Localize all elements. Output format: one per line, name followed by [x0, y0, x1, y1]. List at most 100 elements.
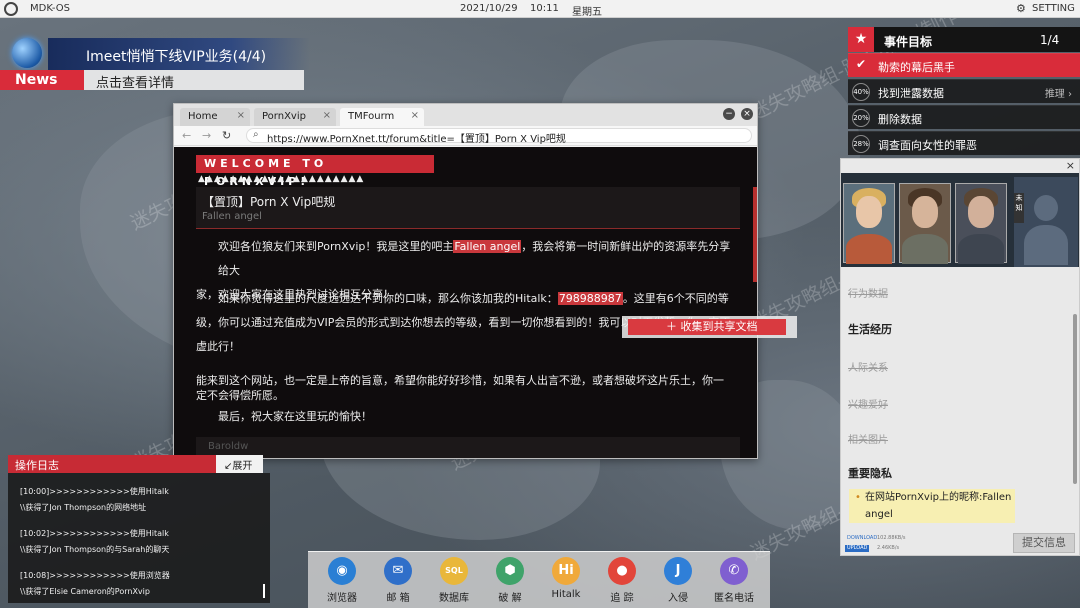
portrait-avatar[interactable] — [955, 183, 1007, 264]
portrait-strip: 未知 — [841, 173, 1079, 267]
item-photos[interactable]: 相关图片 — [848, 431, 888, 446]
tab-tmfourm[interactable]: TMFourm × — [340, 108, 424, 126]
dock-app-location[interactable]: ● 追 踪 — [597, 557, 647, 604]
network-meter: DOWNLOAD 102.88KB/s UPLOAD 2.46KB/s — [845, 535, 906, 555]
event-goal-label: 删除数据 — [878, 113, 922, 126]
address-bar[interactable]: ⌕ https://www.PornXnet.tt/forum&title=【置… — [246, 128, 752, 145]
url-text: https://www.PornXnet.tt/forum&title=【置顶】… — [267, 134, 566, 145]
dock-app-label: 匿名电话 — [714, 593, 754, 604]
database-icon: SQL — [440, 557, 468, 585]
event-goal-label: 找到泄露数据 — [878, 87, 944, 100]
progress-badge: 20% — [852, 109, 870, 127]
globe-icon: ◉ — [328, 557, 356, 585]
tab-label: TMFourm — [348, 111, 395, 122]
text-run: 最后，祝大家在这里玩的愉快！ — [218, 410, 372, 423]
log-line: \\获得了Jon Thompson的网络地址 — [20, 503, 147, 512]
tab-home[interactable]: Home × — [180, 108, 250, 126]
dock-app-hitalk[interactable]: Hi Hitalk — [541, 557, 591, 600]
dock-app-label: 追 踪 — [610, 593, 634, 604]
event-goal-item[interactable]: 20% 删除数据 — [848, 105, 1080, 129]
deduce-link[interactable]: 推理 › — [1045, 85, 1072, 100]
event-goal-item[interactable]: ✔ 勒索的幕后黑手 — [848, 53, 1080, 77]
tab-close-icon[interactable]: × — [237, 110, 245, 121]
tab-pornxvip[interactable]: PornXvip × — [254, 108, 336, 126]
minimize-button[interactable]: − — [723, 108, 735, 120]
weekday-display: 星期五 — [572, 7, 602, 18]
setting-button[interactable]: SETTING — [1032, 3, 1075, 14]
collect-to-shared-doc-button[interactable]: ＋ 收集到共享文档 — [628, 319, 786, 335]
dock-app-label: 邮 箱 — [386, 593, 410, 604]
log-panel: [10:00]>>>>>>>>>>>>使用Hitalk \\获得了Jon Tho… — [8, 473, 270, 603]
news-globe-icon — [12, 38, 42, 68]
page-scrollbar[interactable] — [753, 187, 757, 282]
location-icon: ● — [608, 557, 636, 585]
event-goal-item[interactable]: 28% 调查面向女性的罪恶 — [848, 131, 1080, 155]
reload-icon[interactable]: ↻ — [222, 129, 231, 142]
bullet-icon: • — [855, 492, 861, 503]
highlighted-hitalk-id[interactable]: 798988987 — [557, 292, 623, 305]
os-logo-icon — [4, 2, 18, 16]
log-line: [10:02]>>>>>>>>>>>>使用Hitalk — [20, 529, 169, 538]
tab-close-icon[interactable]: × — [323, 110, 331, 121]
dock-app-hook[interactable]: J 入侵 — [653, 557, 703, 604]
news-details-link[interactable]: 点击查看详情 — [96, 72, 174, 91]
dock-app-label: 数据库 — [439, 593, 469, 604]
os-name: MDK-OS — [30, 3, 70, 14]
unknown-tag: 未知 — [1014, 193, 1024, 223]
browser-window: Home × PornXvip × TMFourm × − × ← → ↻ ⌕ … — [173, 103, 758, 459]
download-value: 102.88KB/s — [877, 535, 906, 541]
submit-info-button[interactable]: 提交信息 — [1013, 533, 1075, 553]
upload-label: UPLOAD — [845, 545, 869, 552]
portrait-avatar[interactable] — [899, 183, 951, 264]
back-icon[interactable]: ← — [182, 129, 191, 142]
star-icon: ★ — [848, 27, 874, 52]
progress-badge: 40% — [852, 83, 870, 101]
unknown-portrait[interactable]: 未知 — [1014, 177, 1078, 267]
tab-label: Home — [188, 111, 218, 122]
hook-icon: J — [664, 557, 692, 585]
text-run: 。这里有6个不同的等 — [622, 292, 729, 305]
section-behavior-data[interactable]: 行为数据 — [848, 285, 888, 300]
gear-icon[interactable]: ⚙ — [1016, 2, 1026, 15]
tab-label: PornXvip — [262, 111, 306, 122]
close-icon[interactable]: × — [1066, 159, 1075, 172]
progress-badge: 28% — [852, 135, 870, 153]
highlighted-username[interactable]: Fallen angel — [453, 240, 522, 253]
log-title: 操作日志 — [15, 459, 59, 472]
welcome-banner: WELCOME TO PORNXVIP! — [196, 155, 434, 188]
dock-app-mail[interactable]: ✉ 邮 箱 — [373, 557, 423, 604]
secret-text: 在网站PornXvip上的昵称:Fallen angel — [865, 492, 1012, 520]
item-relations[interactable]: 人际关系 — [848, 359, 888, 374]
news-headline[interactable]: Imeet悄悄下线VIP业务(4/4) — [86, 46, 266, 66]
upload-value: 2.46KB/s — [877, 545, 900, 551]
profile-panel: × 未知 行为数据 生活经历 人际关系 兴趣爱好 相关图片 重要隐私 • 在网站… — [840, 158, 1080, 556]
forward-icon[interactable]: → — [202, 129, 211, 142]
event-goals-title: 事件目标 — [884, 35, 933, 49]
item-hobbies[interactable]: 兴趣爱好 — [848, 396, 888, 411]
text-run: 如果你觉得这里的尺度远远达不到你的口味，那么你该加我的Hitalk： — [218, 292, 558, 305]
log-line: \\获得了Elsie Cameron的PornXvip — [20, 587, 150, 596]
dock-app-label: Hitalk — [551, 589, 581, 600]
dock-app-globe[interactable]: ◉ 浏览器 — [317, 557, 367, 604]
event-goal-item[interactable]: 40% 找到泄露数据 推理 › — [848, 79, 1080, 103]
section-life-experience[interactable]: 生活经历 — [848, 321, 892, 337]
log-cursor — [263, 584, 265, 598]
dock-app-label: 入侵 — [668, 593, 688, 604]
dock-app-shield[interactable]: ⬢ 破 解 — [485, 557, 535, 604]
log-expand-button[interactable]: ↙展开 — [224, 457, 252, 472]
secret-item[interactable]: • 在网站PornXvip上的昵称:Fallen angel — [849, 489, 1015, 523]
profile-scrollbar[interactable] — [1073, 314, 1077, 484]
section-important-secrets[interactable]: 重要隐私 — [848, 465, 892, 481]
context-menu: ＋ 收集到共享文档 — [622, 316, 797, 338]
banner-decoration: ▲▲▲▲▲▲▲▲▲▲▲▲▲▲▲▲▲▲▲▲▲ — [198, 174, 365, 184]
log-line: \\获得了Jon Thompson的与Sarah的聊天 — [20, 545, 170, 554]
system-topbar: MDK-OS 2021/10/29 10:11 星期五 ⚙ SETTING — [0, 0, 1080, 18]
dock-app-database[interactable]: SQL 数据库 — [429, 557, 479, 604]
close-window-button[interactable]: × — [741, 108, 753, 120]
forum-page: WELCOME TO PORNXVIP! ▲▲▲▲▲▲▲▲▲▲▲▲▲▲▲▲▲▲▲… — [174, 147, 757, 458]
post-title: 【置顶】Porn X Vip吧规 — [202, 195, 336, 209]
dock-app-phone[interactable]: ✆ 匿名电话 — [709, 557, 759, 604]
tab-close-icon[interactable]: × — [411, 110, 419, 121]
portrait-avatar[interactable] — [843, 183, 895, 264]
event-goal-label: 勒索的幕后黑手 — [878, 61, 955, 74]
